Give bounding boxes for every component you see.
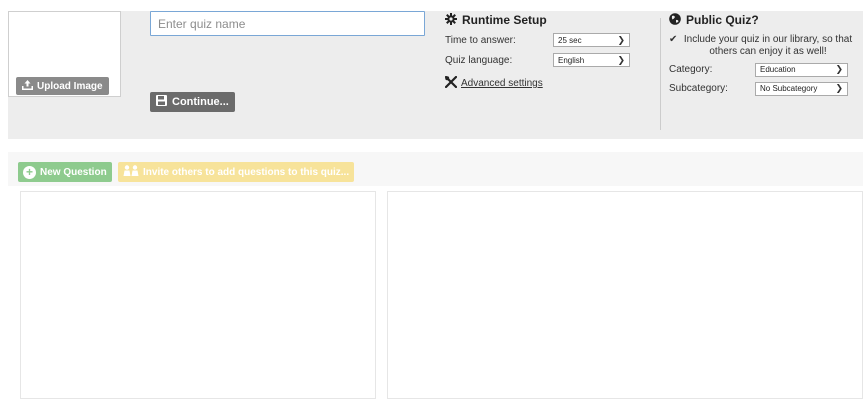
quiz-language-select[interactable]: English ❯ bbox=[553, 53, 630, 67]
people-icon bbox=[123, 165, 139, 179]
invite-others-button[interactable]: Invite others to add questions to this q… bbox=[118, 162, 355, 182]
quiz-name-input[interactable] bbox=[150, 11, 425, 36]
chevron-down-icon: ❯ bbox=[835, 83, 843, 93]
subcategory-row: Subcategory: No Subcategory ❯ bbox=[669, 81, 859, 96]
tools-icon bbox=[444, 75, 458, 91]
runtime-setup-section: Runtime Setup Time to answer: 25 sec ❯ Q… bbox=[444, 12, 635, 91]
include-in-library-checkbox[interactable]: ✔ bbox=[669, 34, 679, 46]
category-label: Category: bbox=[669, 64, 713, 75]
chevron-down-icon: ❯ bbox=[617, 54, 625, 65]
quiz-language-value: English bbox=[558, 55, 585, 65]
chevron-down-icon: ❯ bbox=[617, 34, 625, 45]
include-in-library-option[interactable]: ✔ Include your quiz in our library, so t… bbox=[669, 34, 859, 58]
public-quiz-title: Public Quiz? bbox=[669, 12, 859, 28]
upload-image-label: Upload Image bbox=[37, 80, 103, 92]
runtime-setup-label: Runtime Setup bbox=[462, 13, 547, 27]
upload-icon bbox=[22, 79, 33, 93]
question-editor-panel[interactable] bbox=[387, 191, 863, 399]
subcategory-value: No Subcategory bbox=[760, 84, 818, 93]
section-divider bbox=[660, 18, 661, 130]
include-in-library-label: Include your quiz in our library, so tha… bbox=[683, 34, 853, 57]
time-to-answer-select[interactable]: 25 sec ❯ bbox=[553, 33, 630, 47]
quiz-language-row: Quiz language: English ❯ bbox=[445, 52, 635, 68]
advanced-settings-link[interactable]: Advanced settings bbox=[444, 75, 635, 91]
public-quiz-section: Public Quiz? ✔ Include your quiz in our … bbox=[669, 12, 859, 96]
new-question-button[interactable]: + New Question bbox=[18, 162, 112, 182]
image-preview-box[interactable]: Upload Image bbox=[8, 11, 121, 97]
question-list-panel[interactable] bbox=[20, 191, 376, 399]
globe-icon bbox=[669, 12, 681, 28]
invite-others-label: Invite others to add questions to this q… bbox=[143, 166, 350, 178]
chevron-down-icon: ❯ bbox=[835, 64, 843, 74]
subcategory-select[interactable]: No Subcategory ❯ bbox=[755, 81, 848, 96]
gear-icon bbox=[445, 12, 457, 28]
upload-image-button[interactable]: Upload Image bbox=[16, 77, 109, 95]
category-value: Education bbox=[760, 65, 796, 74]
public-quiz-label: Public Quiz? bbox=[686, 13, 759, 27]
continue-label: Continue... bbox=[172, 96, 229, 108]
new-question-label: New Question bbox=[40, 166, 107, 178]
save-icon bbox=[156, 95, 167, 109]
time-to-answer-value: 25 sec bbox=[558, 35, 582, 45]
time-to-answer-row: Time to answer: 25 sec ❯ bbox=[445, 32, 635, 48]
time-to-answer-label: Time to answer: bbox=[445, 34, 516, 46]
continue-button[interactable]: Continue... bbox=[150, 92, 235, 112]
subcategory-label: Subcategory: bbox=[669, 83, 728, 94]
category-row: Category: Education ❯ bbox=[669, 62, 859, 77]
advanced-settings-label: Advanced settings bbox=[461, 78, 543, 89]
quiz-language-label: Quiz language: bbox=[445, 54, 513, 66]
runtime-setup-title: Runtime Setup bbox=[445, 12, 635, 28]
category-select[interactable]: Education ❯ bbox=[755, 62, 848, 77]
plus-circle-icon: + bbox=[23, 165, 36, 179]
